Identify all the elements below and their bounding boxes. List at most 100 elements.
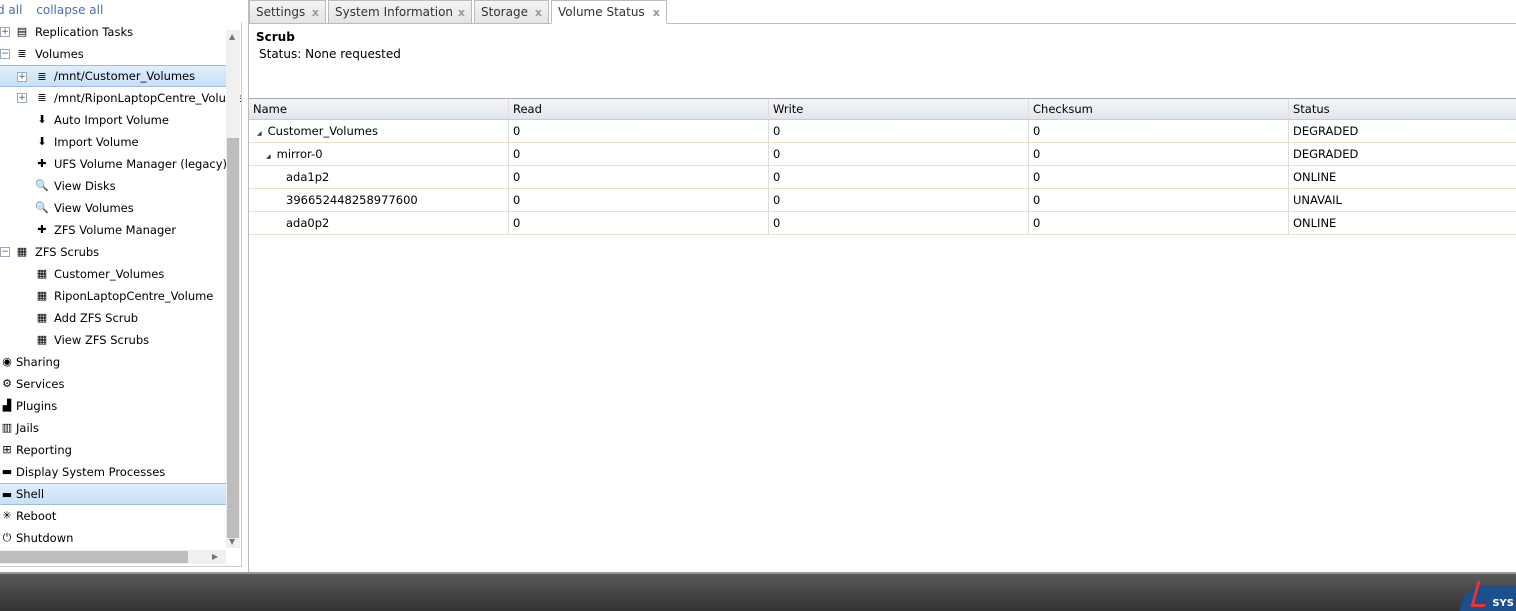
tree-item[interactable]: ⊞ Reporting: [0, 439, 226, 461]
close-tab-icon[interactable]: x: [458, 1, 465, 24]
tree-item-icon: ▦: [36, 267, 48, 280]
close-tab-icon[interactable]: x: [653, 1, 660, 24]
tree-item[interactable]: ◉ Sharing: [0, 351, 226, 373]
tab-system-information[interactable]: System Information x: [328, 0, 472, 24]
expand-all-link[interactable]: and all: [0, 3, 22, 17]
cell-text: 0: [1033, 124, 1041, 138]
tree-item-label: Add ZFS Scrub: [54, 311, 139, 325]
tree-item-icon: ⊞: [2, 443, 12, 456]
tree-item[interactable]: ⚙ Services: [0, 373, 226, 395]
collapse-icon[interactable]: −: [0, 247, 10, 257]
tree-item-icon: ≣: [37, 91, 47, 104]
scroll-right-icon[interactable]: ▶: [212, 552, 218, 561]
collapse-row-icon[interactable]: ◢: [257, 130, 262, 137]
table-row[interactable]: ◢ mirror-0 0 0 0 DEGRADED: [249, 143, 1516, 166]
tree-item-icon: ▦: [36, 333, 48, 346]
tree-item[interactable]: ▦ RiponLaptopCentre_Volume: [0, 285, 226, 307]
cell-text: Customer_Volumes: [267, 124, 378, 138]
collapse-row-icon[interactable]: ◢: [266, 153, 271, 160]
cell-text: 0: [513, 170, 521, 184]
table-cell: ◢ Customer_Volumes: [249, 120, 509, 142]
tree-item[interactable]: ⬇ Auto Import Volume: [0, 109, 226, 131]
table-cell: 0: [509, 212, 769, 234]
tree-item-icon: ⬇: [37, 135, 47, 148]
cell-text: UNAVAIL: [1293, 193, 1342, 207]
tree-item-label: View Disks: [54, 179, 116, 193]
scrollbar-thumb[interactable]: [227, 138, 239, 538]
column-header[interactable]: Read: [509, 99, 769, 119]
table-row[interactable]: 396652448258977600 0 0 0 UNAVAIL: [249, 189, 1516, 212]
table-cell: 0: [769, 120, 1029, 142]
cell-text: 0: [1033, 147, 1041, 161]
column-header[interactable]: Status: [1289, 99, 1516, 119]
column-header[interactable]: Name: [249, 99, 509, 119]
tree-item[interactable]: 🔍 View Disks: [0, 175, 226, 197]
collapse-all-link[interactable]: collapse all: [36, 3, 103, 17]
tree-item[interactable]: ▦ Customer_Volumes: [0, 263, 226, 285]
tree-item-label: Services: [16, 377, 65, 391]
tree-item[interactable]: 🔍 View Volumes: [0, 197, 226, 219]
tree-item-icon: ≣: [17, 47, 27, 60]
cell-text: mirror-0: [276, 147, 323, 161]
cell-text: 0: [1033, 193, 1041, 207]
table-row[interactable]: ◢ Customer_Volumes 0 0 0 DEGRADED: [249, 120, 1516, 143]
sidebar-tree: + ▤ Replication Tasks − ≣ Volumes + ≣/mnt/Custo…: [0, 22, 242, 567]
tree-item[interactable]: ▦ Add ZFS Scrub: [0, 307, 226, 329]
tree-item[interactable]: − ≣ Volumes: [0, 43, 226, 65]
vertical-scrollbar[interactable]: ▲ ▼: [226, 30, 240, 548]
tree-item[interactable]: ⬇ Import Volume: [0, 131, 226, 153]
cell-text: 0: [513, 216, 521, 230]
cell-text: 0: [1033, 216, 1041, 230]
table-cell: 0: [1029, 189, 1289, 211]
tree-item-icon: ≣: [37, 70, 47, 83]
tree-item[interactable]: ▟ Plugins: [0, 395, 226, 417]
scrollbar-thumb[interactable]: [0, 551, 188, 563]
scroll-up-icon[interactable]: ▲: [229, 32, 235, 41]
tree-item[interactable]: ▬ Shell: [0, 483, 226, 505]
tree-item[interactable]: + ≣ /mnt/RiponLaptopCentre_Volume: [0, 87, 241, 109]
tab-storage[interactable]: Storage x: [474, 0, 549, 24]
table-cell: 0: [509, 166, 769, 188]
table-cell: DEGRADED: [1289, 120, 1516, 142]
tree-item[interactable]: + ≣ /mnt/Customer_Volumes: [0, 65, 226, 87]
table-row[interactable]: ada0p2 0 0 0 ONLINE: [249, 212, 1516, 235]
tree-item[interactable]: ✚ UFS Volume Manager (legacy): [0, 153, 227, 175]
collapse-icon[interactable]: −: [0, 49, 10, 59]
grid-header: Name Read Write Checksum Status: [249, 99, 1516, 120]
tree-item-label: Volumes: [35, 47, 84, 61]
tree-item-icon: ▦: [36, 311, 48, 324]
table-cell: ONLINE: [1289, 212, 1516, 234]
close-tab-icon[interactable]: x: [312, 1, 319, 24]
column-header[interactable]: Write: [769, 99, 1029, 119]
table-cell: UNAVAIL: [1289, 189, 1516, 211]
horizontal-scrollbar[interactable]: ▶: [0, 550, 226, 564]
cell-text: 0: [773, 193, 781, 207]
close-tab-icon[interactable]: x: [535, 1, 542, 24]
table-cell: 0: [769, 143, 1029, 165]
scroll-down-icon[interactable]: ▼: [229, 537, 235, 546]
tree-item-label: Shutdown: [16, 531, 74, 545]
expand-icon[interactable]: +: [17, 93, 27, 103]
tree-item[interactable]: + ▤ Replication Tasks: [0, 22, 226, 43]
tree-item[interactable]: − ▦ ZFS Scrubs: [0, 241, 226, 263]
tree-item-label: UFS Volume Manager (legacy): [54, 157, 227, 171]
table-row[interactable]: ada1p2 0 0 0 ONLINE: [249, 166, 1516, 189]
tab-settings[interactable]: Settings x: [249, 0, 326, 24]
cell-text: 0: [773, 147, 781, 161]
tree-item-label: Display System Processes: [16, 465, 166, 479]
tree-item[interactable]: ▬ Display System Processes: [0, 461, 226, 483]
tree-item[interactable]: ▥ Jails: [0, 417, 226, 439]
tree-item[interactable]: ⏻ Shutdown: [0, 527, 226, 549]
tree-item-label: Reporting: [16, 443, 72, 457]
tree-item[interactable]: ✳ Reboot: [0, 505, 226, 527]
tree-item-label: View Volumes: [54, 201, 134, 215]
expand-icon[interactable]: +: [0, 27, 10, 37]
tree-item[interactable]: ✚ ZFS Volume Manager: [0, 219, 226, 241]
expand-icon[interactable]: +: [17, 72, 27, 82]
cell-text: 0: [773, 170, 781, 184]
tab-volume-status[interactable]: Volume Status x: [551, 0, 667, 24]
column-header[interactable]: Checksum: [1029, 99, 1289, 119]
table-cell: 0: [509, 189, 769, 211]
tree-item[interactable]: ▦ View ZFS Scrubs: [0, 329, 226, 351]
tree-item-icon: ⚙: [2, 377, 12, 390]
